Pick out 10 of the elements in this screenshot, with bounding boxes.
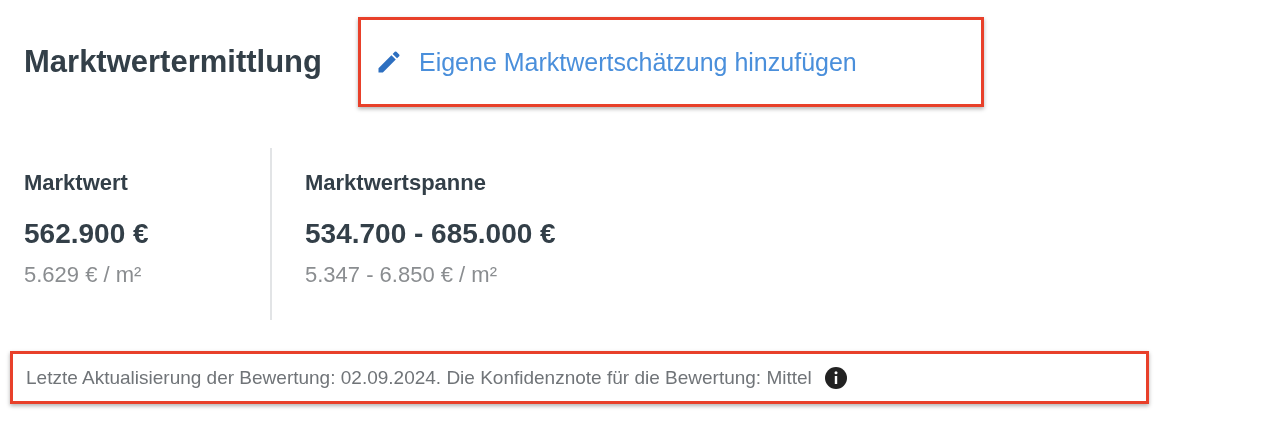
stat-value: 534.700 - 685.000 €: [305, 218, 556, 250]
info-icon[interactable]: [823, 365, 848, 390]
section-title: Marktwertermittlung: [24, 44, 322, 80]
stat-label: Marktwertspanne: [305, 170, 487, 196]
per-area-value: 5.629 € / m²: [24, 262, 143, 288]
stat-value: 562.900 €: [24, 218, 150, 250]
update-note: Letzte Aktualisierung der Bewertung: 02.09.2024. Die Konfidenznote für die Bewertung: Mittel: [26, 366, 812, 389]
per-area-value: 5.347 - 6.850 € / m²: [305, 262, 498, 288]
add-estimate-link[interactable]: Eigene Marktwertschätzung hinzufügen: [358, 17, 984, 107]
stat-label: Marktwert: [24, 170, 129, 196]
